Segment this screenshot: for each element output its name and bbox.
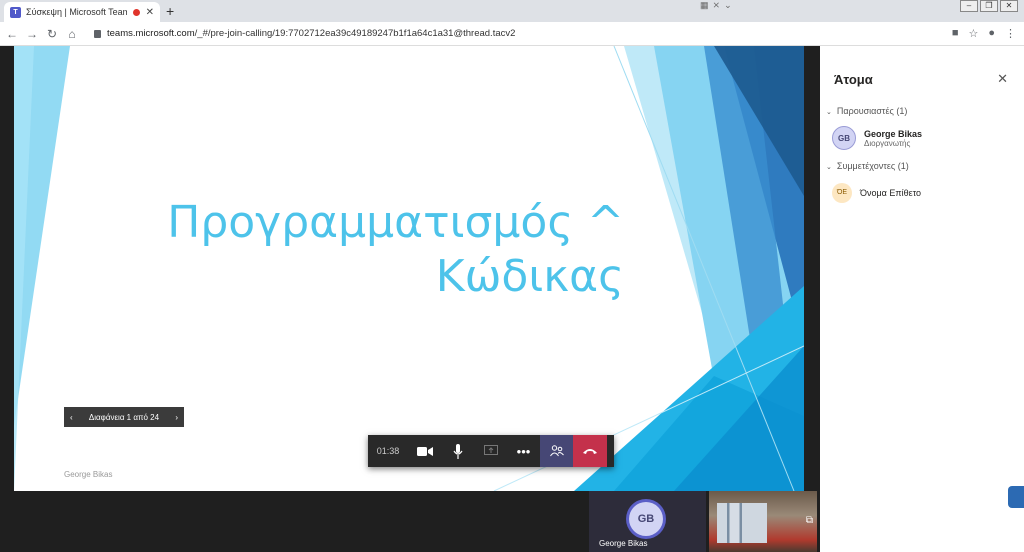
- back-icon[interactable]: ←: [4, 27, 20, 41]
- teams-logo-icon: T: [10, 6, 21, 18]
- share-button[interactable]: [474, 435, 507, 467]
- slide-navigator: ‹ Διαφάνεια 1 από 24 ›: [64, 407, 184, 427]
- menu-icon[interactable]: ⋮: [1005, 27, 1016, 40]
- participant-role: Διοργανωτής: [864, 138, 911, 148]
- more-actions-button[interactable]: •••: [507, 435, 540, 467]
- chevron-down-icon: ⌄: [826, 164, 832, 171]
- microphone-icon: [453, 443, 462, 459]
- recording-icon: [132, 8, 140, 16]
- tile-name: George Bikas: [599, 539, 648, 548]
- participant-name: Όνομα Επίθετο: [860, 188, 922, 198]
- list-item[interactable]: ΌΕ Όνομα Επίθετο: [832, 183, 921, 203]
- pane-title: Άτομα: [834, 72, 873, 87]
- video-camera-icon: [416, 446, 433, 456]
- presenters-section-header[interactable]: ⌄ Παρουσιαστές (1): [826, 106, 907, 116]
- previous-slide-icon[interactable]: ‹: [70, 413, 73, 422]
- chevron-down-icon: ⌄: [826, 109, 832, 116]
- presenters-label: Παρουσιαστές (1): [836, 106, 908, 116]
- chevron-down-icon[interactable]: ⌄: [724, 0, 732, 11]
- people-pane: Άτομα ✕ ⌄ Παρουσιαστές (1) GB George Bika…: [820, 46, 1024, 552]
- side-widget-button[interactable]: [1008, 486, 1024, 508]
- camera-feed-image: [717, 503, 767, 543]
- more-icon: •••: [516, 443, 531, 459]
- slide-title-line1: Προγραμματισμός ^: [167, 197, 624, 248]
- camera-preview-tile[interactable]: ⧉: [709, 491, 817, 552]
- avatar: GB: [629, 502, 663, 536]
- teams-window: T Σύσκεψη | Microsoft Teams ✕ + ▦ ⨯ ⌄ – …: [0, 0, 1024, 552]
- window-controls: – ❐ ✕: [960, 0, 1018, 12]
- attendees-section-header[interactable]: ⌄ Συμμετέχοντες (1): [826, 161, 909, 171]
- cross-icon[interactable]: ⨯: [713, 0, 721, 11]
- participant-name: George Bikas: [864, 128, 923, 139]
- close-window-icon[interactable]: ✕: [1000, 0, 1018, 12]
- list-item[interactable]: GB George Bikas Διοργανωτής: [832, 126, 922, 150]
- url-field[interactable]: teams.microsoft.com/_#/pre-join-calling/…: [107, 28, 515, 39]
- meeting-stage: Προγραμματισμός ^ Κώδικας George Bikas ‹…: [0, 46, 820, 552]
- call-timer: 01:38: [376, 446, 400, 456]
- share-screen-icon: [483, 445, 498, 455]
- url-path: /_#/pre-join-calling/19:7702712ea39c4918…: [194, 28, 516, 39]
- home-icon[interactable]: ⌂: [64, 27, 80, 41]
- new-tab-button[interactable]: +: [166, 3, 174, 19]
- profile-icon[interactable]: ●: [988, 27, 995, 40]
- address-bar-actions: ■ ☆ ● ⋮: [952, 27, 1016, 40]
- phone-hangup-icon: [583, 449, 597, 454]
- tab-controls: ▦ ⨯ ⌄: [700, 0, 732, 11]
- self-video-tile[interactable]: GB George Bikas: [589, 491, 706, 552]
- slide-footer: George Bikas: [64, 470, 113, 479]
- people-icon: [549, 445, 564, 457]
- hang-up-button[interactable]: [573, 435, 607, 467]
- lock-icon: [94, 29, 101, 38]
- address-bar: ← → ↻ ⌂ teams.microsoft.com/_#/pre-join-…: [0, 22, 1024, 46]
- forward-icon[interactable]: →: [24, 27, 40, 41]
- reload-icon[interactable]: ↻: [44, 27, 60, 41]
- slide-counter: Διαφάνεια 1 από 24: [88, 412, 160, 422]
- shared-slide: Προγραμματισμός ^ Κώδικας George Bikas ‹…: [14, 46, 804, 491]
- popout-icon[interactable]: ⧉: [806, 515, 813, 526]
- slide-title-line2: Κώδικας: [435, 251, 624, 302]
- close-tab-icon[interactable]: ✕: [146, 7, 154, 18]
- show-participants-button[interactable]: [540, 435, 573, 467]
- restore-icon[interactable]: ❐: [980, 0, 998, 12]
- slide-title: Προγραμματισμός ^ Κώδικας: [164, 196, 624, 304]
- browser-tab[interactable]: T Σύσκεψη | Microsoft Teams ✕: [4, 2, 160, 22]
- avatar: ΌΕ: [832, 183, 852, 203]
- star-icon[interactable]: ☆: [968, 27, 978, 40]
- browser-tab-bar: T Σύσκεψη | Microsoft Teams ✕ + ▦ ⨯ ⌄ – …: [0, 0, 1024, 22]
- close-icon[interactable]: ✕: [997, 71, 1008, 87]
- tab-title: Σύσκεψη | Microsoft Teams: [26, 7, 127, 17]
- next-slide-icon[interactable]: ›: [175, 413, 178, 422]
- call-toolbar: 01:38 •••: [368, 435, 614, 467]
- mic-button[interactable]: [441, 435, 474, 467]
- avatar: GB: [832, 126, 856, 150]
- grid-icon[interactable]: ▦: [700, 0, 709, 11]
- camera-permission-icon[interactable]: ■: [952, 27, 959, 40]
- minimize-icon[interactable]: –: [960, 0, 978, 12]
- url-domain: teams.microsoft.com: [107, 28, 195, 39]
- attendees-label: Συμμετέχοντες (1): [836, 161, 909, 171]
- camera-button[interactable]: [408, 435, 441, 467]
